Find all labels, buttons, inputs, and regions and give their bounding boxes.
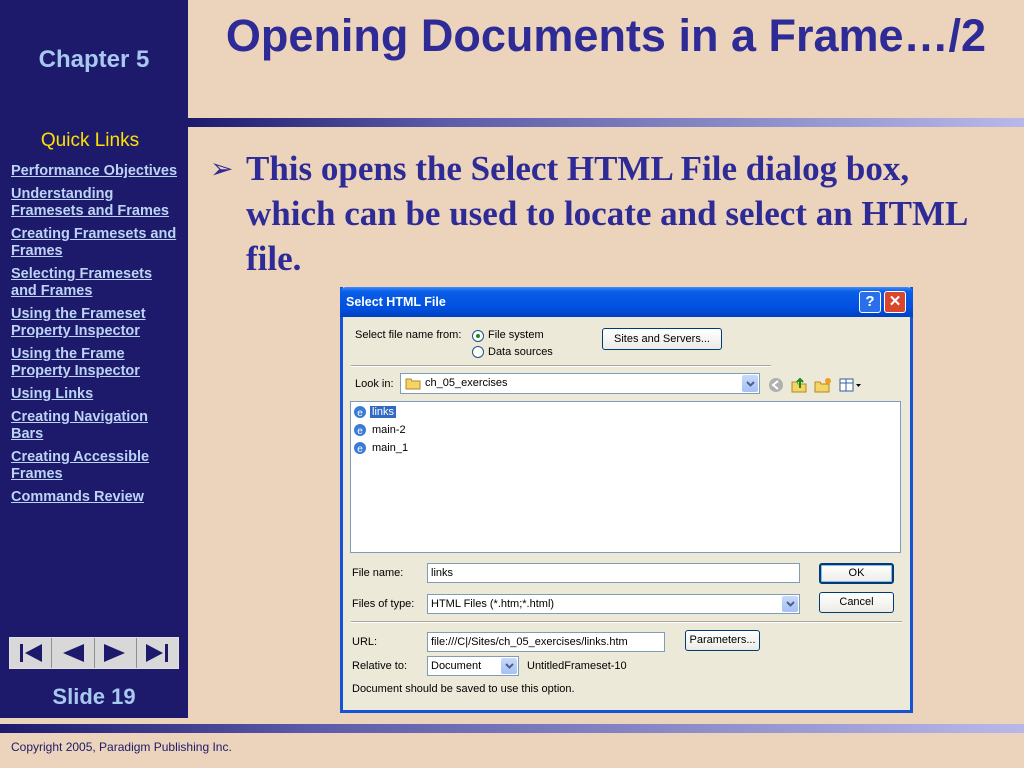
relative-to-label: Relative to: bbox=[352, 660, 408, 672]
relative-to-document: UntitledFrameset-10 bbox=[527, 660, 627, 672]
copyright: Copyright 2005, Paradigm Publishing Inc. bbox=[11, 740, 232, 754]
next-icon bbox=[104, 644, 126, 662]
quick-links-title: Quick Links bbox=[40, 130, 140, 151]
link-performance-objectives[interactable]: Performance Objectives bbox=[11, 163, 181, 180]
first-icon bbox=[19, 644, 42, 662]
file-name-label: main-2 bbox=[372, 424, 406, 436]
help-icon: ? bbox=[865, 293, 875, 310]
sidebar: Chapter 5 Quick Links Performance Object… bbox=[0, 0, 188, 718]
back-icon[interactable] bbox=[767, 376, 785, 394]
relative-to-select[interactable]: Document bbox=[427, 656, 519, 676]
link-accessible-frames[interactable]: Creating Accessible Frames bbox=[11, 449, 181, 483]
data-sources-label[interactable]: Data sources bbox=[488, 346, 553, 358]
select-from-label: Select file name from: bbox=[355, 329, 462, 341]
file-name-input[interactable]: links bbox=[427, 563, 800, 583]
file-item-main-2[interactable]: e main-2 bbox=[353, 422, 408, 438]
bullet-text: This opens the Select HTML File dialog b… bbox=[246, 149, 967, 278]
file-list[interactable]: e links e main-2 e main_1 bbox=[350, 401, 901, 553]
select-html-file-dialog: Select HTML File ? ✕ Select file name fr… bbox=[340, 287, 913, 713]
look-in-dropdown-arrow[interactable] bbox=[742, 375, 758, 392]
file-item-main-1[interactable]: e main_1 bbox=[353, 440, 410, 456]
ok-button[interactable]: OK bbox=[819, 563, 894, 584]
data-sources-radio[interactable] bbox=[472, 346, 484, 358]
last-slide-button[interactable] bbox=[136, 638, 178, 668]
slide-title: Opening Documents in a Frame…/2 bbox=[225, 10, 987, 61]
previous-slide-button[interactable] bbox=[52, 638, 95, 668]
new-folder-icon[interactable] bbox=[814, 376, 832, 394]
relative-to-dropdown-arrow[interactable] bbox=[501, 658, 517, 674]
cancel-button[interactable]: Cancel bbox=[819, 592, 894, 613]
look-in-combo[interactable]: ch_05_exercises bbox=[400, 373, 760, 394]
svg-text:e: e bbox=[357, 426, 363, 437]
url-label: URL: bbox=[352, 636, 378, 648]
folder-icon bbox=[405, 378, 421, 390]
footer-divider bbox=[0, 724, 1024, 733]
help-button[interactable]: ? bbox=[859, 291, 881, 313]
url-input[interactable]: file:///C|/Sites/ch_05_exercises/links.h… bbox=[427, 632, 665, 652]
file-name-label: links bbox=[370, 406, 397, 418]
separator bbox=[351, 621, 902, 623]
file-name-label: File name: bbox=[352, 567, 404, 579]
chevron-down-icon bbox=[745, 380, 755, 387]
dialog-title: Select HTML File bbox=[346, 295, 446, 309]
files-of-type-dropdown-arrow[interactable] bbox=[782, 596, 798, 612]
up-folder-icon[interactable] bbox=[790, 376, 808, 394]
file-name-label: main_1 bbox=[372, 442, 409, 454]
link-commands-review[interactable]: Commands Review bbox=[11, 489, 181, 506]
link-frameset-property-inspector[interactable]: Using the Frameset Property Inspector bbox=[11, 306, 181, 340]
file-system-label[interactable]: File system bbox=[488, 329, 544, 341]
relative-to-value: Document bbox=[431, 660, 482, 672]
slide-nav-buttons bbox=[9, 637, 179, 669]
file-item-links[interactable]: e links bbox=[353, 404, 397, 420]
svg-text:e: e bbox=[357, 444, 363, 455]
chevron-down-icon bbox=[785, 601, 795, 607]
close-icon: ✕ bbox=[888, 293, 902, 310]
view-menu-icon[interactable] bbox=[838, 376, 862, 394]
html-file-icon: e bbox=[354, 406, 366, 419]
sites-servers-button[interactable]: Sites and Servers... bbox=[602, 328, 722, 350]
files-of-type-select[interactable]: HTML Files (*.htm;*.html) bbox=[427, 594, 800, 614]
look-in-label: Look in: bbox=[355, 378, 394, 390]
files-of-type-value: HTML Files (*.htm;*.html) bbox=[431, 598, 555, 610]
slide-number: Slide 19 bbox=[52, 684, 136, 709]
link-creating-framesets[interactable]: Creating Framesets and Frames bbox=[11, 226, 181, 260]
dialog-titlebar[interactable]: Select HTML File ? ✕ bbox=[340, 287, 913, 317]
save-note: Document should be saved to use this opt… bbox=[352, 683, 575, 695]
html-file-icon: e bbox=[354, 442, 366, 455]
last-icon bbox=[146, 644, 169, 662]
look-in-value: ch_05_exercises bbox=[425, 377, 508, 389]
link-using-links[interactable]: Using Links bbox=[11, 386, 181, 403]
chevron-down-icon bbox=[504, 663, 514, 669]
files-of-type-label: Files of type: bbox=[352, 598, 415, 610]
file-system-radio[interactable] bbox=[472, 330, 484, 342]
title-divider bbox=[188, 118, 1024, 127]
quick-links-list: Performance Objectives Understanding Fra… bbox=[11, 163, 181, 512]
previous-icon bbox=[62, 644, 84, 662]
chapter-label: Chapter 5 bbox=[38, 46, 150, 73]
bullet-point: ➢ This opens the Select HTML File dialog… bbox=[210, 146, 1000, 281]
html-file-icon: e bbox=[354, 424, 366, 437]
link-frame-property-inspector[interactable]: Using the Frame Property Inspector bbox=[11, 346, 181, 380]
separator bbox=[351, 365, 771, 367]
first-slide-button[interactable] bbox=[10, 638, 53, 668]
close-button[interactable]: ✕ bbox=[884, 291, 906, 313]
link-navigation-bars[interactable]: Creating Navigation Bars bbox=[11, 409, 181, 443]
parameters-button[interactable]: Parameters... bbox=[685, 630, 760, 651]
next-slide-button[interactable] bbox=[94, 638, 137, 668]
link-understanding-framesets[interactable]: Understanding Framesets and Frames bbox=[11, 186, 181, 220]
svg-text:e: e bbox=[357, 408, 363, 419]
link-selecting-framesets[interactable]: Selecting Framesets and Frames bbox=[11, 266, 181, 300]
arrow-bullet-icon: ➢ bbox=[210, 153, 234, 184]
